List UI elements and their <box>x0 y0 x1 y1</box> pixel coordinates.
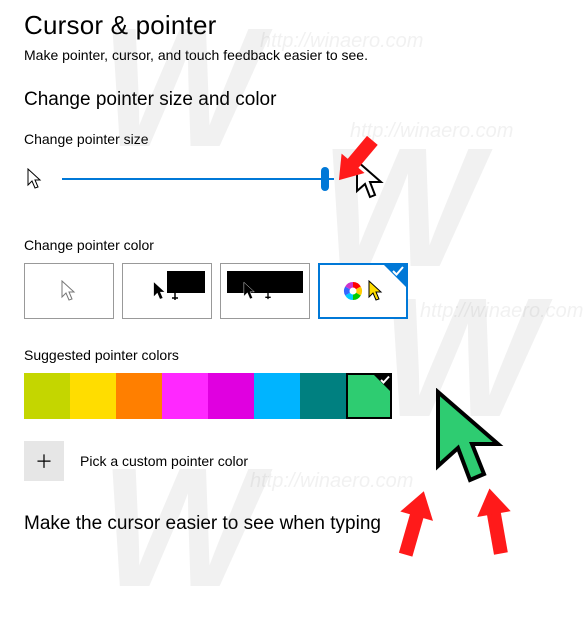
pick-custom-color-button[interactable]: ＋ <box>24 441 64 481</box>
color-option-custom[interactable] <box>318 263 408 319</box>
color-swatch[interactable] <box>24 373 70 419</box>
color-swatch[interactable] <box>70 373 116 419</box>
color-option-white[interactable] <box>24 263 114 319</box>
color-swatch[interactable] <box>208 373 254 419</box>
check-icon <box>379 374 391 386</box>
pick-custom-color-label: Pick a custom pointer color <box>80 453 248 469</box>
suggested-color-swatches <box>24 373 564 419</box>
pointer-size-row <box>24 157 564 201</box>
slider-track <box>62 178 334 180</box>
color-option-black[interactable] <box>122 263 212 319</box>
color-option-inverted[interactable] <box>220 263 310 319</box>
pointer-color-options <box>24 263 564 319</box>
page-title: Cursor & pointer <box>24 10 564 41</box>
color-swatch[interactable] <box>346 373 392 419</box>
section-heading-cursor: Make the cursor easier to see when typin… <box>24 513 564 535</box>
color-wheel-icon <box>342 280 364 302</box>
color-swatch[interactable] <box>162 373 208 419</box>
suggested-colors-label: Suggested pointer colors <box>24 347 564 363</box>
custom-color-row: ＋ Pick a custom pointer color <box>24 441 564 481</box>
color-swatch[interactable] <box>300 373 346 419</box>
slider-thumb[interactable] <box>321 167 329 191</box>
page-subtitle: Make pointer, cursor, and touch feedback… <box>24 47 564 63</box>
small-cursor-icon <box>24 164 46 194</box>
section-heading-size-color: Change pointer size and color <box>24 89 564 111</box>
large-cursor-icon <box>350 157 390 201</box>
color-swatch[interactable] <box>116 373 162 419</box>
pointer-size-label: Change pointer size <box>24 131 564 147</box>
pointer-size-slider[interactable] <box>62 165 334 193</box>
yellow-cursor-icon <box>368 280 384 302</box>
pointer-color-label: Change pointer color <box>24 237 564 253</box>
color-swatch[interactable] <box>254 373 300 419</box>
